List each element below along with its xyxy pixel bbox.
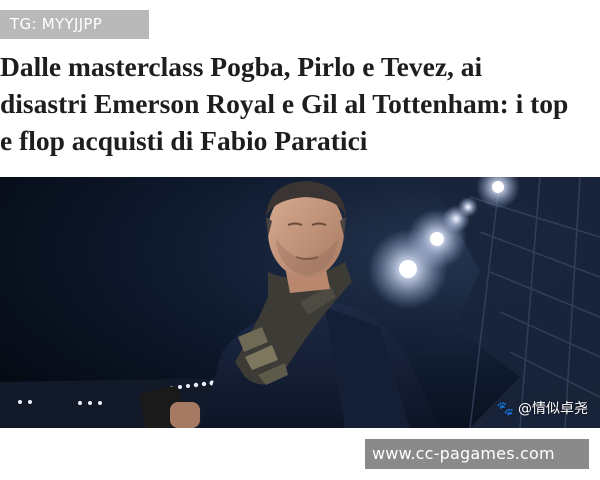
paw-icon: 🐾 [496, 401, 514, 417]
article-card: TG: MYYJJPP Dalle masterclass Pogba, Pir… [0, 0, 600, 480]
photo-watermark: 🐾 @情似卓尧 [497, 400, 588, 418]
headline[interactable]: Dalle masterclass Pogba, Pirlo e Tevez, … [0, 48, 600, 159]
headline-line: e flop acquisti di Fabio Paratici [0, 125, 368, 156]
headline-line: disastri Emerson Royal e Gil al Tottenha… [0, 88, 569, 119]
stadium-portrait-illustration [0, 177, 600, 428]
headline-line: Dalle masterclass Pogba, Pirlo e Tevez, … [0, 51, 483, 82]
tg-badge: TG: MYYJJPP [0, 10, 149, 39]
site-url-bar[interactable]: www.cc-pagames.com [365, 439, 589, 469]
article-photo[interactable]: 🐾 @情似卓尧 [0, 177, 600, 428]
watermark-text: @情似卓尧 [518, 401, 588, 417]
